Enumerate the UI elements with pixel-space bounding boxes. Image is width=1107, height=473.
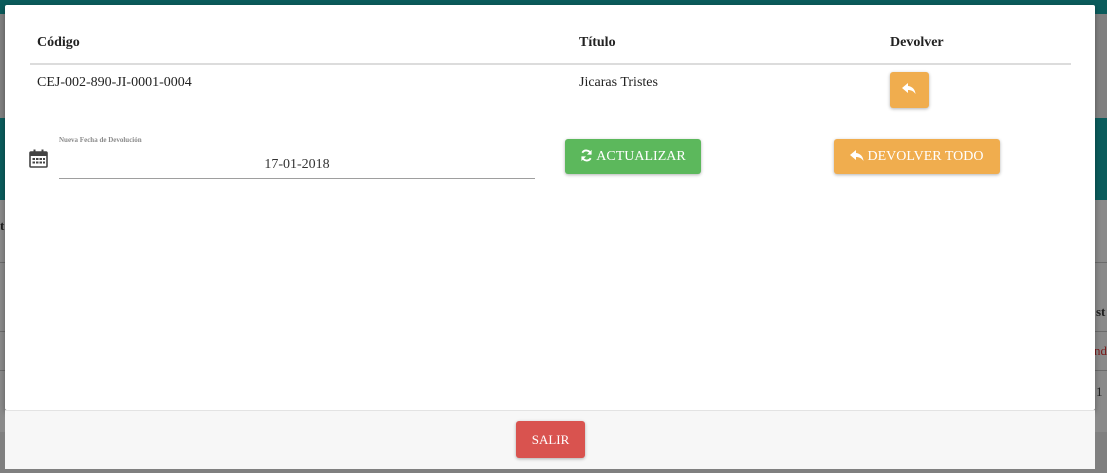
background-text-fragment: st: [1096, 304, 1106, 319]
cell-codigo: CEJ-002-890-JI-0001-0004: [37, 75, 192, 90]
reply-icon: [850, 149, 864, 161]
background-text-fragment: nd: [1094, 343, 1107, 358]
return-item-button[interactable]: [890, 72, 929, 108]
cell-titulo: Jicaras Tristes: [579, 75, 658, 90]
exit-button[interactable]: SALIR: [516, 421, 585, 458]
background-text-fragment: 1: [1096, 384, 1103, 399]
return-all-button-label: DEVOLVER TODO: [867, 149, 984, 164]
update-button[interactable]: ACTUALIZAR: [565, 139, 701, 174]
loans-table: Código Título Devolver CEJ-002-890-JI-00…: [30, 33, 1071, 125]
return-all-button[interactable]: DEVOLVER TODO: [834, 139, 1000, 174]
return-date-label: Nueva Fecha de Devolución: [59, 136, 142, 144]
refresh-icon: [581, 149, 592, 162]
cell-devolver: [883, 64, 1071, 125]
background-text-fragment: t: [0, 218, 5, 233]
return-date-input[interactable]: [59, 151, 535, 179]
table-row: CEJ-002-890-JI-0001-0004 Jicaras Tristes: [30, 64, 1071, 125]
column-header-devolver: Devolver: [883, 33, 1071, 65]
reply-icon: [902, 83, 916, 94]
calendar-icon: [29, 149, 48, 168]
return-loan-modal: Código Título Devolver CEJ-002-890-JI-00…: [5, 5, 1095, 410]
table-header-row: Código Título Devolver: [30, 33, 1071, 65]
column-header-codigo: Código: [30, 33, 572, 65]
update-button-label: ACTUALIZAR: [596, 149, 686, 164]
column-header-titulo: Título: [572, 33, 883, 65]
